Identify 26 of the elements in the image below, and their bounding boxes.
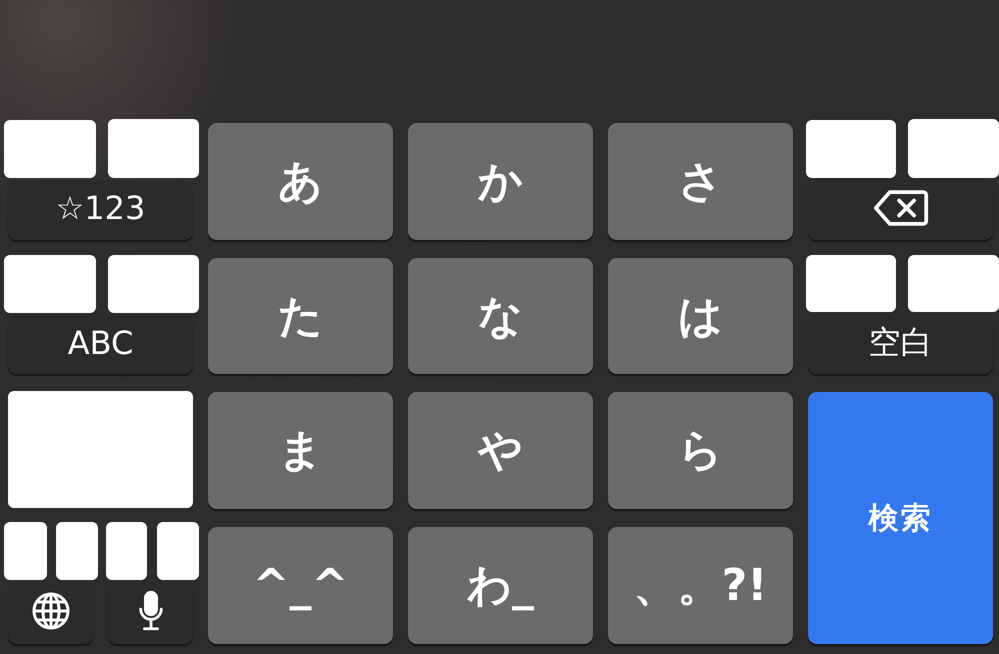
key[interactable]: は	[608, 258, 793, 374]
globe-key[interactable]	[8, 582, 93, 644]
redaction-box	[4, 522, 47, 580]
key[interactable]: ま	[208, 392, 393, 509]
key[interactable]: ^_^	[208, 527, 393, 644]
key[interactable]: わ_	[408, 527, 593, 644]
key[interactable]: 空白	[808, 315, 993, 374]
redaction-box	[106, 522, 147, 580]
key[interactable]: か	[408, 123, 593, 240]
key[interactable]: ら	[608, 392, 793, 509]
key[interactable]: さ	[608, 123, 793, 240]
key[interactable]: あ	[208, 123, 393, 240]
delete-key[interactable]	[808, 180, 993, 240]
globe-icon	[30, 591, 70, 631]
key[interactable]: 、。?!	[608, 527, 793, 644]
redaction-box	[56, 522, 98, 580]
key[interactable]: ☆123	[8, 180, 193, 240]
microphone-key[interactable]	[108, 582, 193, 644]
key[interactable]: や	[408, 392, 593, 509]
microphone-icon	[136, 590, 164, 632]
backspace-icon	[872, 189, 928, 227]
redaction-box	[157, 522, 199, 580]
key[interactable]: ABC	[8, 315, 193, 374]
search-key[interactable]: 検索	[808, 392, 993, 644]
key[interactable]: た	[208, 258, 393, 374]
key[interactable]: な	[408, 258, 593, 374]
